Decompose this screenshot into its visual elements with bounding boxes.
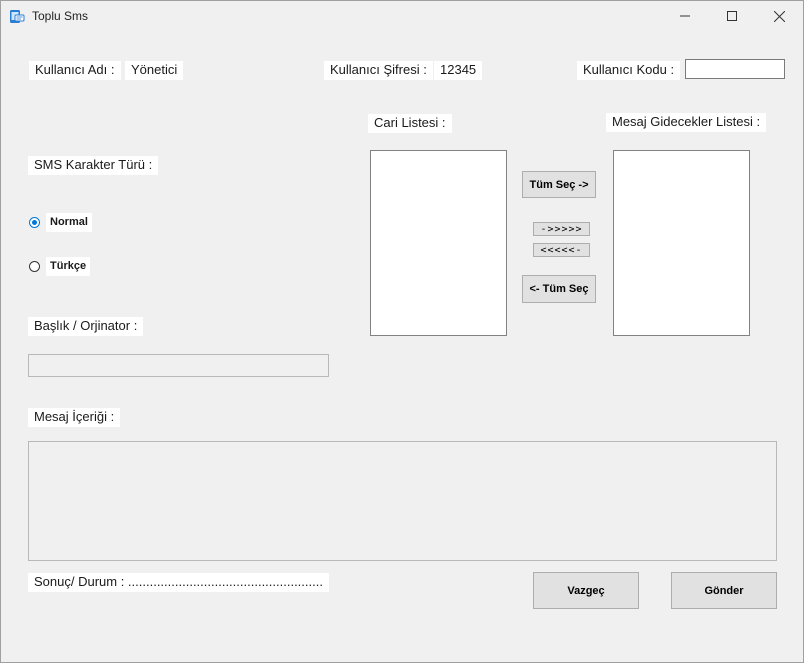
maximize-button[interactable] (709, 1, 755, 31)
radio-normal-label: Normal (46, 213, 92, 232)
message-textarea[interactable] (28, 441, 777, 561)
send-button[interactable]: Gönder (671, 572, 777, 609)
radio-turkce-indicator[interactable] (29, 261, 40, 272)
cancel-button[interactable]: Vazgeç (533, 572, 639, 609)
usercode-label: Kullanıcı Kodu : (577, 61, 681, 80)
radio-turkce-label: Türkçe (46, 257, 91, 276)
maximize-icon (727, 11, 737, 21)
username-label: Kullanıcı Adı : (29, 61, 121, 80)
select-all-right-button[interactable]: Tüm Seç -> (522, 171, 596, 198)
close-icon (773, 10, 785, 22)
minimize-button[interactable] (662, 1, 708, 31)
radio-normal[interactable]: Normal (29, 213, 92, 232)
title-bar: Toplu Sms (1, 1, 803, 31)
password-label: Kullanıcı Şifresi : (324, 61, 433, 80)
close-button[interactable] (756, 1, 802, 31)
message-label: Mesaj İçeriği : (28, 408, 121, 427)
radio-normal-indicator[interactable] (29, 217, 40, 228)
sender-input[interactable] (28, 354, 329, 377)
cari-listbox[interactable] (370, 150, 507, 336)
window-title: Toplu Sms (32, 9, 89, 23)
app-sms-icon (9, 9, 25, 25)
sms-type-label: SMS Karakter Türü : (28, 156, 159, 175)
move-left-button[interactable]: <<<<<- (533, 243, 590, 257)
usercode-input[interactable] (685, 59, 785, 79)
recipients-listbox[interactable] (613, 150, 750, 336)
select-all-left-button[interactable]: <- Tüm Seç (522, 275, 596, 303)
status-text: Sonuç/ Durum : .........................… (28, 573, 329, 592)
password-value: 12345 (434, 61, 483, 80)
username-value: Yönetici (125, 61, 184, 80)
minimize-icon (680, 15, 690, 17)
recipients-list-label: Mesaj Gidecekler Listesi : (606, 113, 767, 132)
sender-label: Başlık / Orjinator : (28, 317, 144, 336)
move-right-button[interactable]: ->>>>> (533, 222, 590, 236)
radio-turkce[interactable]: Türkçe (29, 257, 91, 276)
cari-list-label: Cari Listesi : (368, 114, 452, 133)
